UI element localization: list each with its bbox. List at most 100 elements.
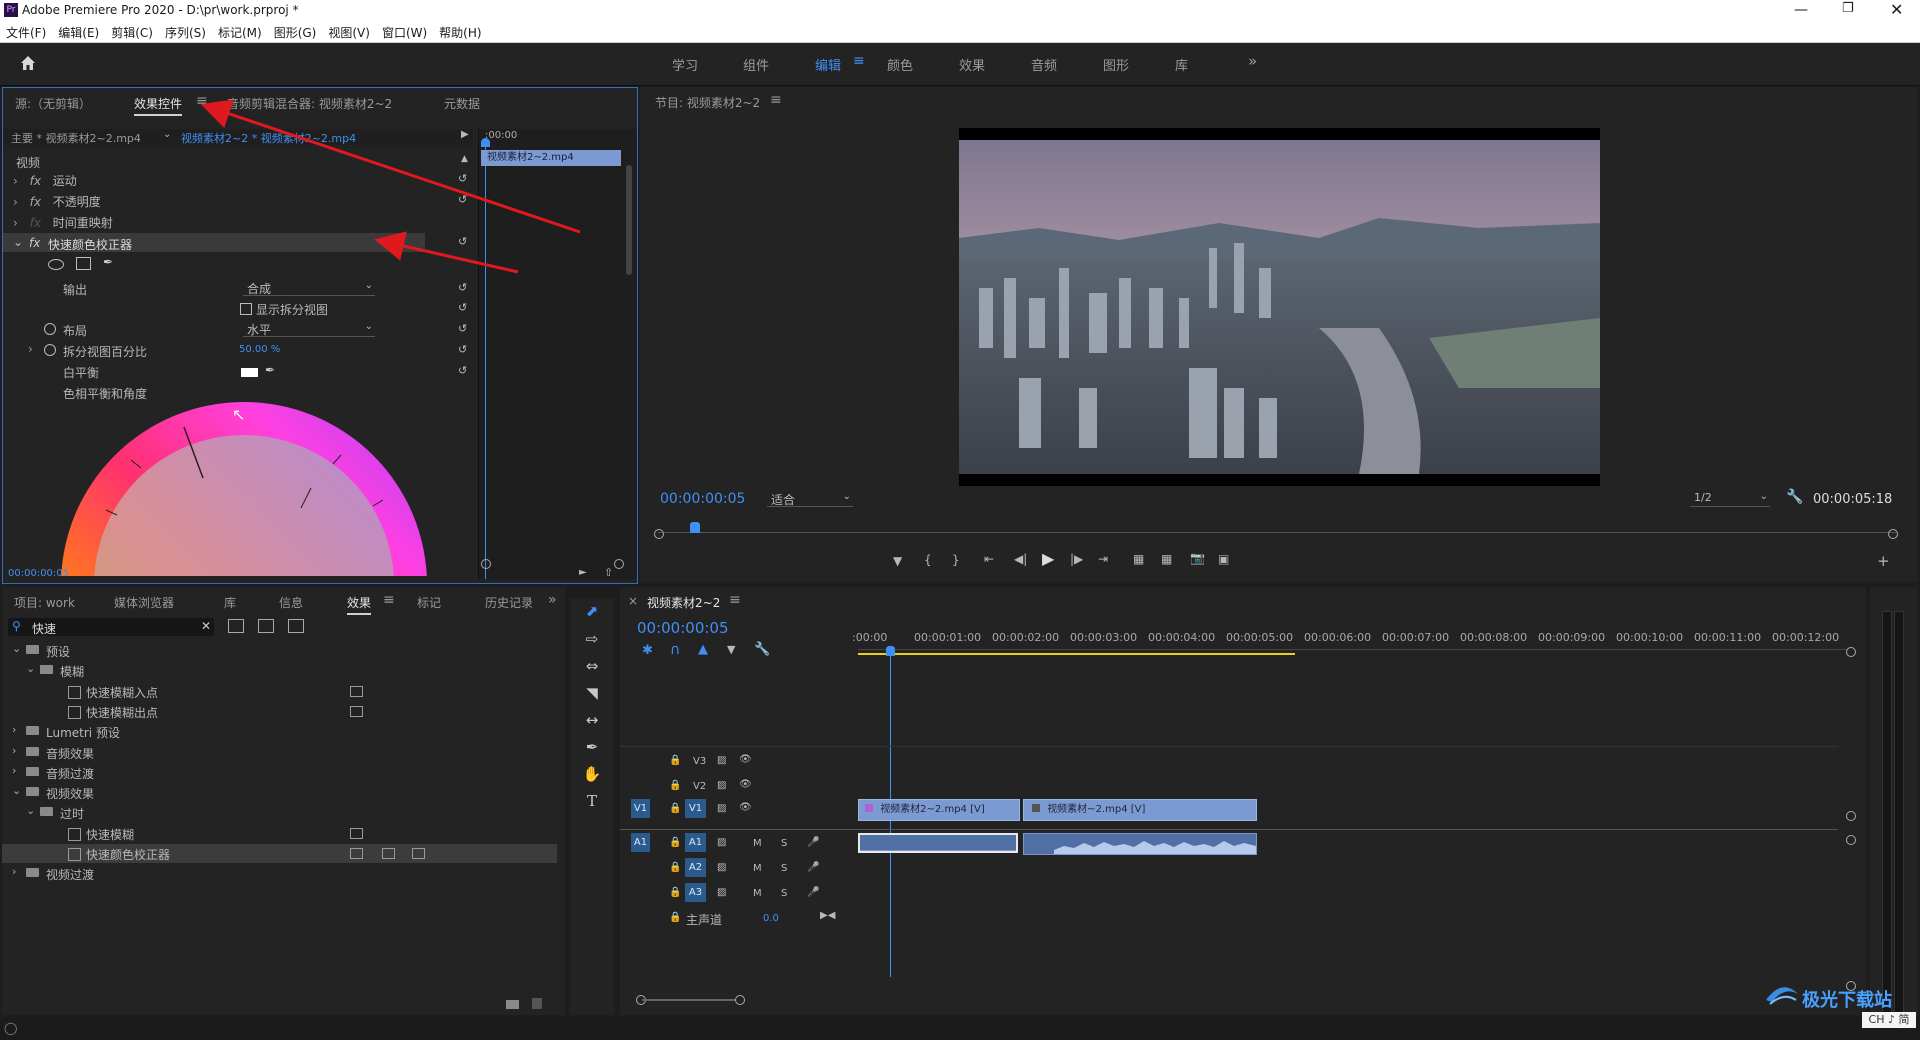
panel-menu-icon[interactable]: ≡ bbox=[196, 93, 208, 109]
timeline-zoom-end[interactable] bbox=[735, 995, 745, 1005]
sequence-tab[interactable]: 视频素材2~2 bbox=[647, 594, 720, 611]
tab-source[interactable]: 源:（无剪辑） bbox=[15, 95, 91, 112]
tree-folder[interactable]: ⌄ 预设 bbox=[2, 641, 557, 660]
tree-folder[interactable]: › 音频过渡 bbox=[2, 763, 557, 782]
rectangle-mask-icon[interactable] bbox=[76, 257, 91, 270]
master-track-jump-icon[interactable]: ▶◀ bbox=[820, 910, 835, 921]
lock-track-icon[interactable]: 🔒 bbox=[669, 837, 681, 848]
play-button[interactable]: ▶ bbox=[1042, 549, 1054, 568]
mini-scrollbar[interactable] bbox=[626, 165, 632, 275]
tree-folder[interactable]: › Lumetri 预设 bbox=[2, 722, 557, 741]
expand-icon[interactable]: › bbox=[12, 764, 16, 777]
menu-sequence[interactable]: 序列(S) bbox=[159, 22, 212, 41]
split-view-checkbox[interactable] bbox=[240, 303, 252, 315]
add-button[interactable]: + bbox=[1877, 552, 1890, 570]
timeline-timecode[interactable]: 00:00:00:05 bbox=[637, 619, 729, 637]
panel-menu-icon[interactable]: ≡ bbox=[729, 592, 741, 608]
collapse-icon[interactable]: ⌄ bbox=[12, 642, 21, 655]
menu-file[interactable]: 文件(F) bbox=[0, 22, 52, 41]
tab-metadata[interactable]: 元数据 bbox=[444, 95, 480, 112]
go-to-in-button[interactable]: ⇤ bbox=[984, 552, 994, 566]
marker-button[interactable]: ▼ bbox=[893, 554, 902, 568]
track-select-tool[interactable]: ⇨ bbox=[581, 630, 603, 652]
zoom-handle-right[interactable] bbox=[614, 559, 624, 569]
expand-icon[interactable]: › bbox=[13, 174, 18, 188]
timeline-ruler[interactable]: :00:00 00:00:01:00 00:00:02:00 00:00:03:… bbox=[852, 631, 1848, 661]
close-sequence-icon[interactable]: × bbox=[628, 594, 638, 608]
lock-track-icon[interactable]: 🔒 bbox=[669, 887, 681, 898]
expand-icon[interactable]: › bbox=[13, 195, 18, 209]
export-frame-button[interactable]: 📷 bbox=[1190, 551, 1205, 565]
mute-button[interactable]: M bbox=[753, 863, 762, 874]
lift-button[interactable]: ▦ bbox=[1133, 552, 1144, 566]
ripple-edit-tool[interactable]: ⇔ bbox=[581, 657, 603, 679]
tab-effect-controls[interactable]: 效果控件 bbox=[134, 95, 183, 116]
mark-out-button[interactable]: } bbox=[952, 553, 960, 567]
collapse-icon[interactable]: ⌄ bbox=[13, 235, 23, 249]
yuv-effects-icon[interactable] bbox=[288, 619, 304, 633]
step-forward-button[interactable]: |▶ bbox=[1070, 552, 1083, 566]
type-tool[interactable]: T bbox=[581, 792, 603, 814]
tab-info[interactable]: 信息 bbox=[279, 594, 303, 611]
workspace-tab-effects[interactable]: 效果 bbox=[959, 55, 985, 74]
mute-button[interactable]: M bbox=[753, 888, 762, 899]
collapse-icon[interactable]: ⌄ bbox=[12, 784, 21, 797]
mini-playhead[interactable] bbox=[485, 139, 486, 579]
scrubber-start-handle[interactable] bbox=[654, 529, 664, 539]
snap-icon[interactable]: ✱ bbox=[642, 643, 653, 658]
layout-dropdown[interactable]: 水平 ⌄ bbox=[243, 321, 375, 337]
clear-search-icon[interactable]: ✕ bbox=[201, 619, 211, 633]
tree-preset[interactable]: 快速模糊出点 bbox=[2, 702, 557, 721]
track-label-v1[interactable]: V1 bbox=[685, 799, 706, 818]
tree-preset[interactable]: 快速模糊 bbox=[2, 824, 557, 843]
reset-icon[interactable]: ↺ bbox=[458, 322, 470, 335]
expand-icon[interactable]: › bbox=[12, 723, 16, 736]
sync-lock-icon[interactable]: ▨ bbox=[717, 755, 726, 766]
workspace-tab-audio[interactable]: 音频 bbox=[1031, 55, 1057, 74]
tree-folder[interactable]: › 音频效果 bbox=[2, 743, 557, 762]
new-folder-icon[interactable] bbox=[506, 1000, 519, 1009]
tree-preset[interactable]: 快速颜色校正器 bbox=[2, 844, 557, 863]
reset-icon[interactable]: ↺ bbox=[458, 301, 470, 314]
workspace-menu-icon[interactable]: ≡ bbox=[853, 53, 865, 69]
effects-search-box[interactable]: ⚲ 快速 ✕ bbox=[8, 618, 214, 636]
stopwatch-icon[interactable] bbox=[44, 344, 56, 356]
workspace-tab-assembly[interactable]: 组件 bbox=[743, 55, 769, 74]
track-label-a1[interactable]: A1 bbox=[685, 833, 706, 852]
export-frame-icon[interactable]: ⇧ bbox=[604, 566, 613, 579]
fx-icon[interactable]: fx bbox=[30, 195, 41, 209]
track-label-v2[interactable]: V2 bbox=[693, 781, 706, 792]
white-balance-swatch[interactable] bbox=[241, 368, 258, 377]
restore-icon[interactable]: ❐ bbox=[1842, 1, 1854, 16]
accelerated-effects-icon[interactable] bbox=[228, 619, 244, 633]
sync-lock-icon[interactable]: ▨ bbox=[717, 887, 726, 898]
program-scrubber[interactable] bbox=[654, 520, 1898, 539]
reset-icon[interactable]: ↺ bbox=[458, 235, 470, 248]
audio-clip[interactable] bbox=[858, 833, 1018, 853]
menu-edit[interactable]: 编辑(E) bbox=[52, 22, 105, 41]
expand-icon[interactable]: › bbox=[12, 865, 16, 878]
output-dropdown[interactable]: 合成 ⌄ bbox=[243, 280, 375, 296]
home-icon[interactable] bbox=[18, 53, 38, 73]
eye-icon[interactable]: 👁 bbox=[739, 779, 752, 790]
expand-timeline-icon[interactable]: ▶ bbox=[461, 129, 469, 140]
workspace-overflow-icon[interactable]: » bbox=[1248, 52, 1257, 70]
sync-lock-icon[interactable]: ▨ bbox=[717, 780, 726, 791]
tab-libraries[interactable]: 库 bbox=[224, 594, 236, 611]
tab-media-browser[interactable]: 媒体浏览器 bbox=[114, 594, 174, 611]
pen-tool[interactable]: ✒ bbox=[581, 738, 603, 760]
mini-playhead-head[interactable] bbox=[481, 138, 490, 147]
effect-row-time-remap[interactable]: › fx 时间重映射 bbox=[13, 214, 113, 231]
tree-folder[interactable]: ⌄ 视频效果 bbox=[2, 783, 557, 802]
workspace-tab-graphics[interactable]: 图形 bbox=[1103, 55, 1129, 74]
audio-tracks-scroll-top[interactable] bbox=[1846, 835, 1856, 845]
expand-icon[interactable]: › bbox=[28, 342, 33, 356]
workspace-tab-editing[interactable]: 编辑 bbox=[815, 55, 841, 74]
panel-menu-icon[interactable]: ≡ bbox=[383, 592, 395, 608]
lock-track-icon[interactable]: 🔒 bbox=[669, 755, 681, 766]
reset-icon[interactable]: ↺ bbox=[458, 343, 470, 356]
voiceover-icon[interactable]: 🎤 bbox=[807, 862, 819, 873]
lock-track-icon[interactable]: 🔒 bbox=[669, 803, 681, 814]
video-tracks-scroll-top[interactable] bbox=[1846, 647, 1856, 657]
go-to-out-button[interactable]: ⇥ bbox=[1098, 552, 1108, 566]
